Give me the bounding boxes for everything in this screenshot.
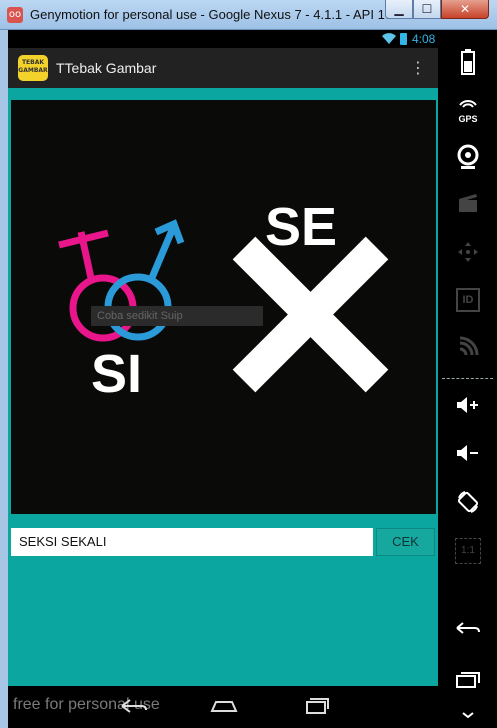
window-title: Genymotion for personal use - Google Nex… [30,7,415,22]
rotate-icon[interactable] [448,490,488,522]
nav-back-icon[interactable] [118,696,148,721]
scale-icon[interactable]: 1:1 [448,538,488,570]
menu-icon[interactable] [448,706,488,722]
cast-icon[interactable] [448,336,488,368]
minimize-button[interactable]: ▁ [385,0,413,19]
toast-message: Coba sedikit Suip [91,306,263,326]
nav-home-icon[interactable] [209,696,239,721]
maximize-button[interactable]: ☐ [413,0,441,19]
window-title-bar[interactable]: oo Genymotion for personal use - Google … [0,0,497,30]
genymotion-sidebar: GPS ID 1:1 [438,30,497,728]
navigation-bar: free for personal use [8,686,438,728]
overflow-menu-icon[interactable]: ⋮ [410,59,426,77]
recent-apps-icon[interactable] [448,670,488,702]
action-bar: TEBAK GAMBAR TTebak Gambar ⋮ [8,48,438,88]
cross-icon [232,236,389,393]
volume-down-icon[interactable] [448,442,488,474]
back-icon[interactable] [448,620,488,652]
window-frame [0,30,8,728]
nav-recent-apps-icon[interactable] [301,696,331,721]
app-logo: TEBAK GAMBAR [18,55,48,81]
close-button[interactable]: ✕ [441,0,489,19]
status-bar: 4:08 [8,30,438,48]
gps-icon[interactable]: GPS [448,96,488,128]
id-icon[interactable]: ID [448,288,488,320]
camera-icon[interactable] [448,144,488,176]
left-word-text: SI [91,344,142,404]
video-icon[interactable] [448,192,488,224]
sidebar-separator [442,378,493,379]
android-screen: 4:08 TEBAK GAMBAR TTebak Gambar ⋮ SI SE … [8,30,438,728]
puzzle-image: SI SE Coba sedikit Suip [11,100,436,514]
battery-status-icon [400,33,407,45]
app-title: TTebak Gambar [56,60,157,76]
genymotion-app-icon: oo [7,7,23,23]
check-button[interactable]: CEK [376,528,435,556]
clock: 4:08 [412,32,436,46]
volume-up-icon[interactable] [448,394,488,426]
right-word-text: SE [265,197,337,257]
dpad-icon[interactable] [448,240,488,272]
battery-icon[interactable] [448,48,488,80]
answer-input[interactable] [11,528,373,556]
gps-label: GPS [458,114,478,124]
wifi-icon [382,33,396,48]
app-logo-text: TEBAK GAMBAR [18,59,48,74]
scale-label: 1:1 [455,538,481,564]
game-content: SI SE Coba sedikit Suip CEK [8,88,438,686]
id-label: ID [456,288,480,312]
